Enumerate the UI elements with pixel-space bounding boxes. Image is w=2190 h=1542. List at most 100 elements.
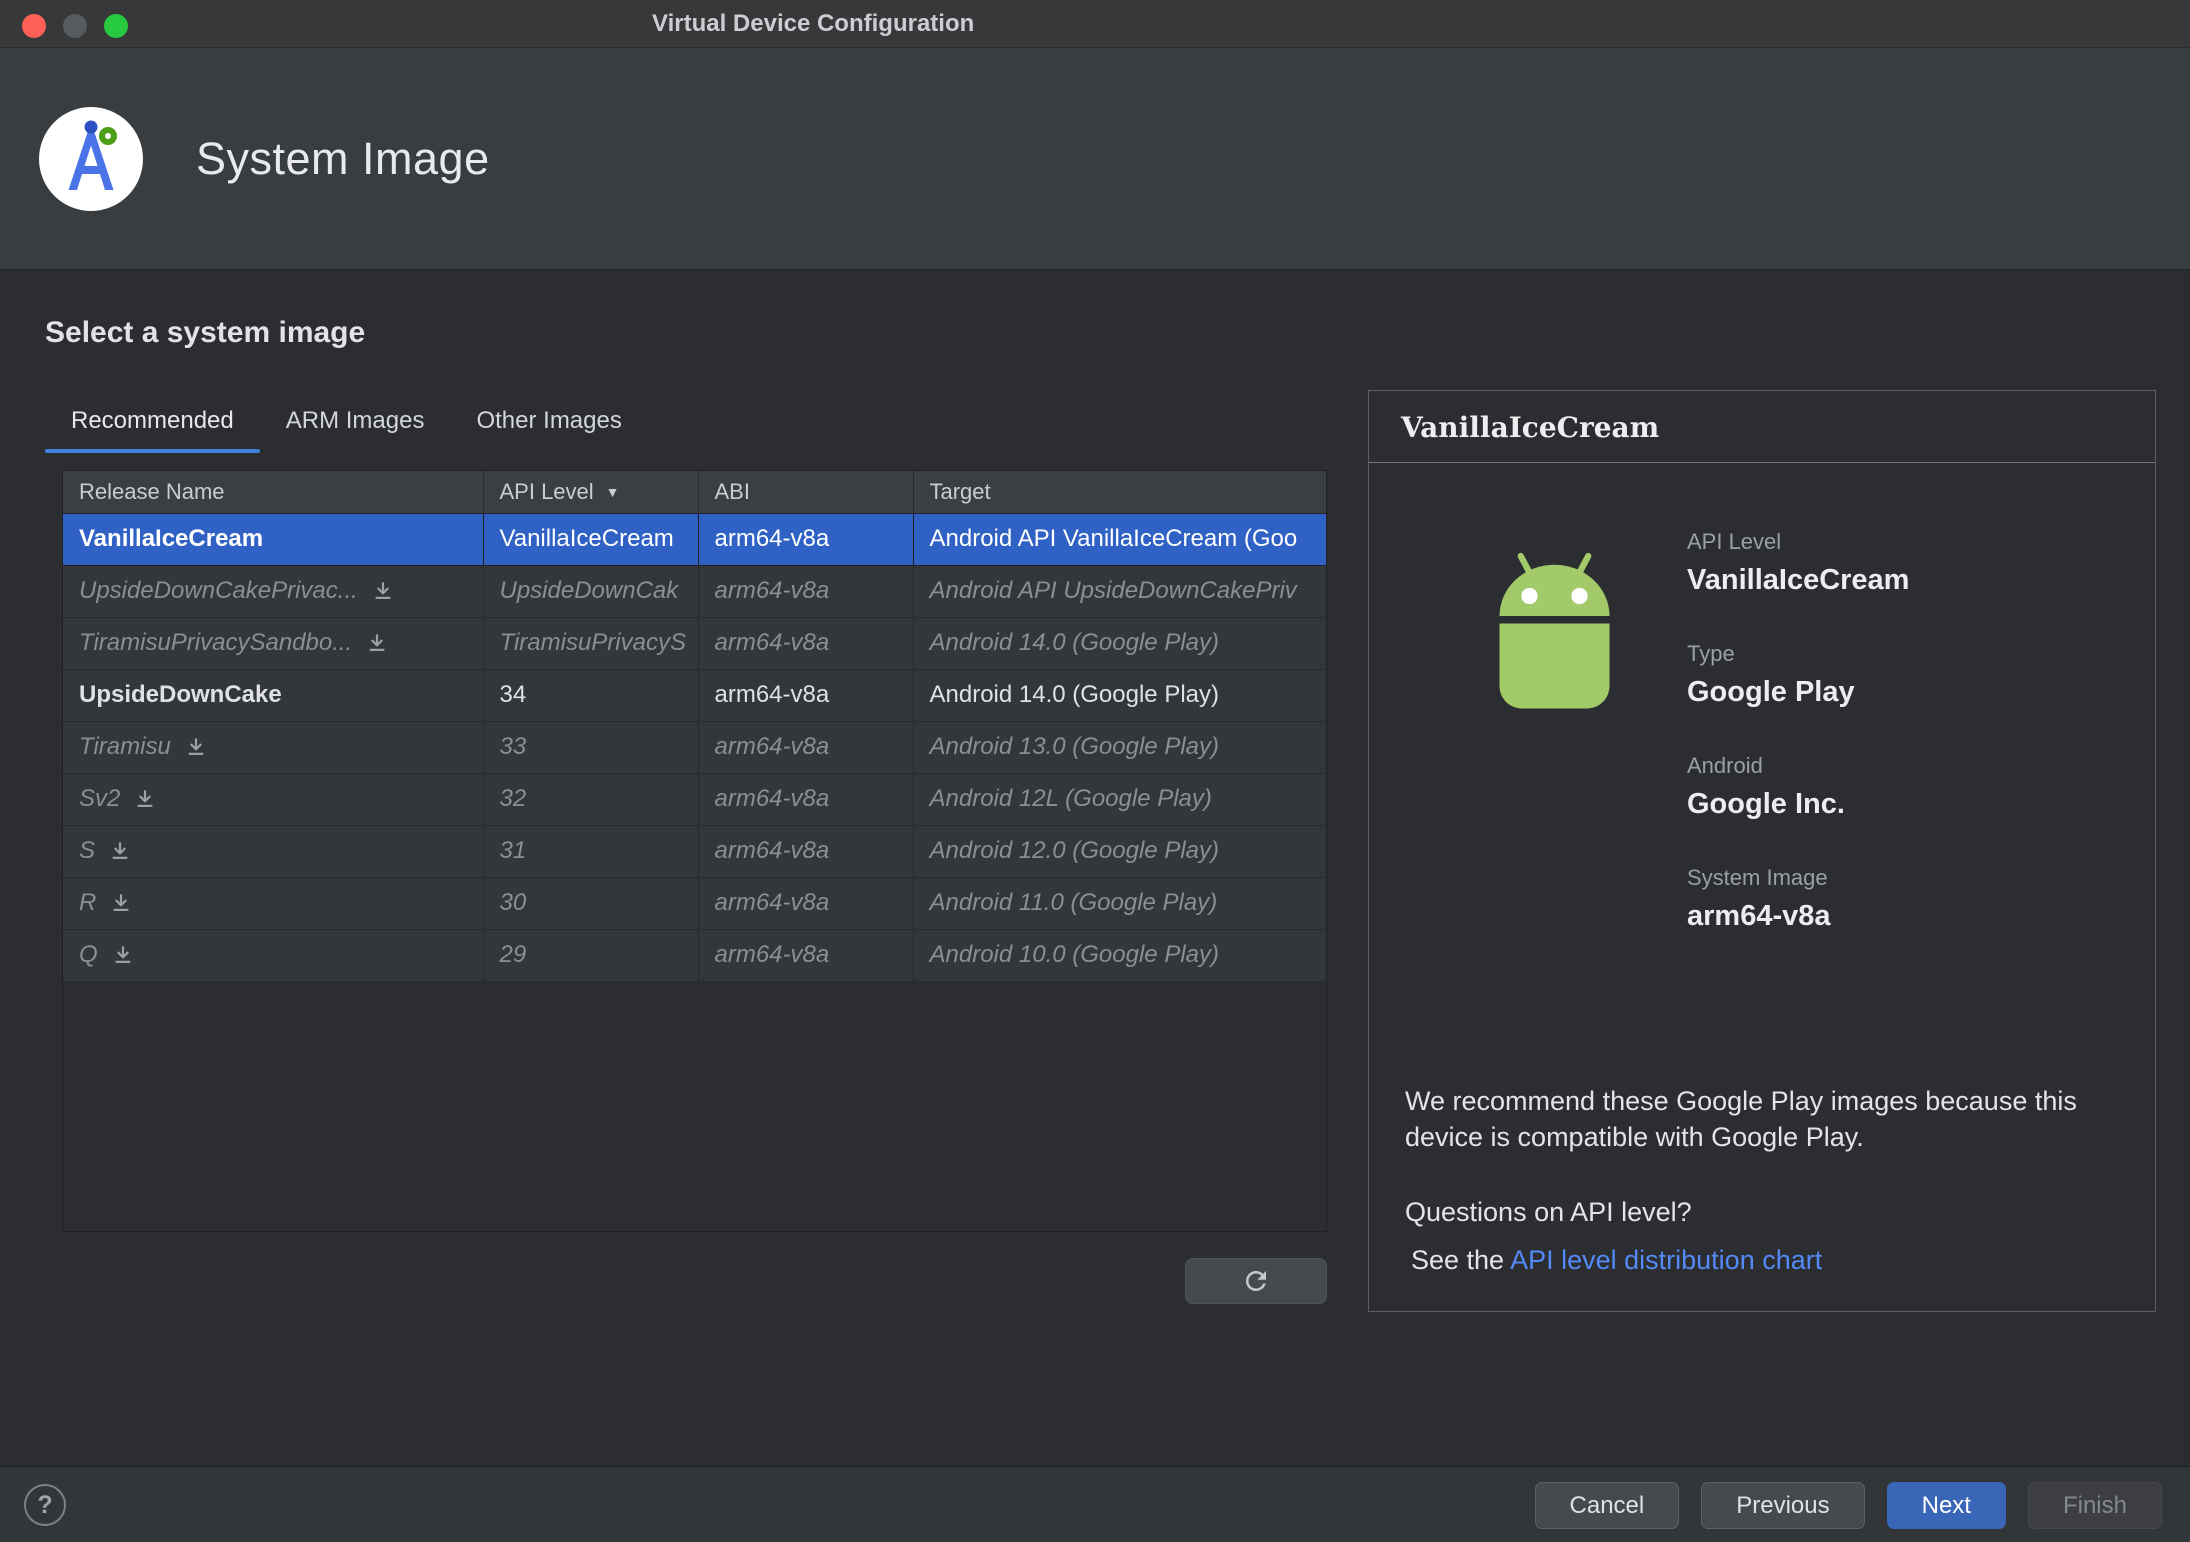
table-header-row: Release Name API Level ▼ ABI Target — [63, 471, 1326, 514]
table-row[interactable]: S 31 arm64-v8a Android 12.0 (Google Play… — [63, 825, 1326, 878]
system-image-table-body: VanillaIceCream VanillaIceCream arm64-v8… — [63, 513, 1326, 982]
tab-other-images[interactable]: Other Images — [450, 394, 647, 451]
cell-abi: arm64-v8a — [698, 877, 914, 930]
cell-release-name: R — [63, 877, 484, 930]
release-name: S — [79, 837, 96, 864]
minimize-window-button[interactable] — [63, 14, 87, 38]
close-window-button[interactable] — [22, 14, 46, 38]
field-value: VanillaIceCream — [1687, 564, 1910, 596]
field-label: System Image — [1687, 865, 1828, 890]
cell-api-level: 30 — [483, 877, 699, 930]
cell-release-name: UpsideDownCake — [63, 669, 484, 722]
footer-bar: ? Cancel Previous Next Finish — [0, 1466, 2190, 1542]
detail-field-type: Type Google Play — [1687, 641, 1909, 709]
cell-api-level: UpsideDownCak — [483, 565, 699, 618]
column-header-abi[interactable]: ABI — [698, 471, 914, 514]
cell-target: Android 14.0 (Google Play) — [913, 669, 1326, 722]
tab-recommended[interactable]: Recommended — [45, 394, 260, 453]
cell-release-name: TiramisuPrivacySandbo... — [63, 617, 484, 670]
table-row[interactable]: UpsideDownCake 34 arm64-v8a Android 14.0… — [63, 669, 1326, 722]
download-icon[interactable] — [109, 840, 131, 862]
release-name: Q — [79, 941, 98, 968]
download-icon[interactable] — [110, 892, 132, 914]
table-row[interactable]: Tiramisu 33 arm64-v8a Android 13.0 (Goog… — [63, 721, 1326, 774]
table-row[interactable]: VanillaIceCream VanillaIceCream arm64-v8… — [63, 513, 1326, 566]
cell-abi: arm64-v8a — [698, 565, 914, 618]
cell-abi: arm64-v8a — [698, 773, 914, 826]
cancel-button[interactable]: Cancel — [1534, 1482, 1680, 1529]
download-icon[interactable] — [112, 944, 134, 966]
column-header-target[interactable]: Target — [913, 471, 1326, 514]
android-robot-icon — [1467, 551, 1642, 751]
sort-descending-icon: ▼ — [605, 483, 620, 500]
release-name: Tiramisu — [79, 733, 171, 760]
android-studio-logo-icon — [38, 106, 144, 212]
cell-api-level: 34 — [483, 669, 699, 722]
api-distribution-chart-link[interactable]: API level distribution chart — [1510, 1245, 1822, 1275]
window-controls — [22, 14, 128, 38]
refresh-button[interactable] — [1185, 1258, 1327, 1304]
release-name: R — [79, 889, 97, 916]
cell-target: Android 11.0 (Google Play) — [913, 877, 1326, 930]
release-name: UpsideDownCakePrivac... — [79, 577, 358, 604]
cell-target: Android 13.0 (Google Play) — [913, 721, 1326, 774]
cell-release-name: Sv2 — [63, 773, 484, 826]
cell-abi: arm64-v8a — [698, 513, 914, 566]
tab-bar: Recommended ARM Images Other Images — [45, 394, 1345, 453]
column-header-release-name[interactable]: Release Name — [63, 471, 484, 514]
cell-api-level: VanillaIceCream — [483, 513, 699, 566]
refresh-icon — [1245, 1271, 1266, 1291]
cell-abi: arm64-v8a — [698, 617, 914, 670]
cell-release-name: UpsideDownCakePrivac... — [63, 565, 484, 618]
window-title: Virtual Device Configuration — [652, 10, 975, 37]
cell-abi: arm64-v8a — [698, 721, 914, 774]
previous-button[interactable]: Previous — [1701, 1482, 1865, 1529]
table-row[interactable]: Sv2 32 arm64-v8a Android 12L (Google Pla… — [63, 773, 1326, 826]
next-button[interactable]: Next — [1886, 1482, 2006, 1529]
page-title: System Image — [196, 132, 490, 184]
cell-api-level: 32 — [483, 773, 699, 826]
column-label: API Level — [499, 478, 594, 504]
table-row[interactable]: TiramisuPrivacySandbo... TiramisuPrivacy… — [63, 617, 1326, 670]
field-label: API Level — [1687, 529, 1782, 554]
download-icon[interactable] — [366, 632, 388, 654]
column-label: Release Name — [79, 478, 225, 504]
cell-abi: arm64-v8a — [698, 669, 914, 722]
field-value: Google Inc. — [1687, 788, 1845, 820]
see-prefix: See the — [1411, 1245, 1511, 1275]
finish-button: Finish — [2027, 1482, 2162, 1529]
cell-api-level: 31 — [483, 825, 699, 878]
release-name: UpsideDownCake — [79, 681, 282, 708]
system-image-table: Release Name API Level ▼ ABI Target Vanil… — [62, 470, 1327, 1232]
field-label: Android — [1687, 753, 1763, 778]
cell-target: Android 14.0 (Google Play) — [913, 617, 1326, 670]
release-name: TiramisuPrivacySandbo... — [79, 629, 353, 656]
cell-release-name: VanillaIceCream — [63, 513, 484, 566]
help-button[interactable]: ? — [24, 1484, 66, 1526]
zoom-window-button[interactable] — [104, 14, 128, 38]
cell-abi: arm64-v8a — [698, 929, 914, 982]
cell-api-level: 29 — [483, 929, 699, 982]
details-panel: VanillaIceCream API Level VanillaIceCrea… — [1368, 390, 2156, 1312]
detail-field-system-image: System Image arm64-v8a — [1687, 865, 1909, 933]
api-level-question-text: Questions on API level? — [1405, 1197, 1692, 1227]
download-icon[interactable] — [134, 788, 156, 810]
details-body: API Level VanillaIceCream Type Google Pl… — [1369, 463, 2155, 1311]
see-the-text: See the API level distribution chart — [1411, 1245, 1822, 1276]
cell-api-level: TiramisuPrivacyS — [483, 617, 699, 670]
cell-target: Android 12L (Google Play) — [913, 773, 1326, 826]
table-row[interactable]: R 30 arm64-v8a Android 11.0 (Google Play… — [63, 877, 1326, 930]
tab-arm-images[interactable]: ARM Images — [260, 394, 451, 451]
download-icon[interactable] — [372, 580, 394, 602]
column-header-api-level[interactable]: API Level ▼ — [483, 471, 699, 514]
cell-target: Android API UpsideDownCakePriv — [913, 565, 1326, 618]
cell-target: Android 10.0 (Google Play) — [913, 929, 1326, 982]
table-row[interactable]: UpsideDownCakePrivac... UpsideDownCak ar… — [63, 565, 1326, 618]
table-row[interactable]: Q 29 arm64-v8a Android 10.0 (Google Play… — [63, 929, 1326, 982]
footer-buttons: Cancel Previous Next Finish — [1534, 1482, 2162, 1529]
field-value: Google Play — [1687, 676, 1855, 708]
release-name: Sv2 — [79, 785, 121, 812]
detail-field-api-level: API Level VanillaIceCream — [1687, 529, 1909, 597]
download-icon[interactable] — [185, 736, 207, 758]
cell-release-name: Q — [63, 929, 484, 982]
